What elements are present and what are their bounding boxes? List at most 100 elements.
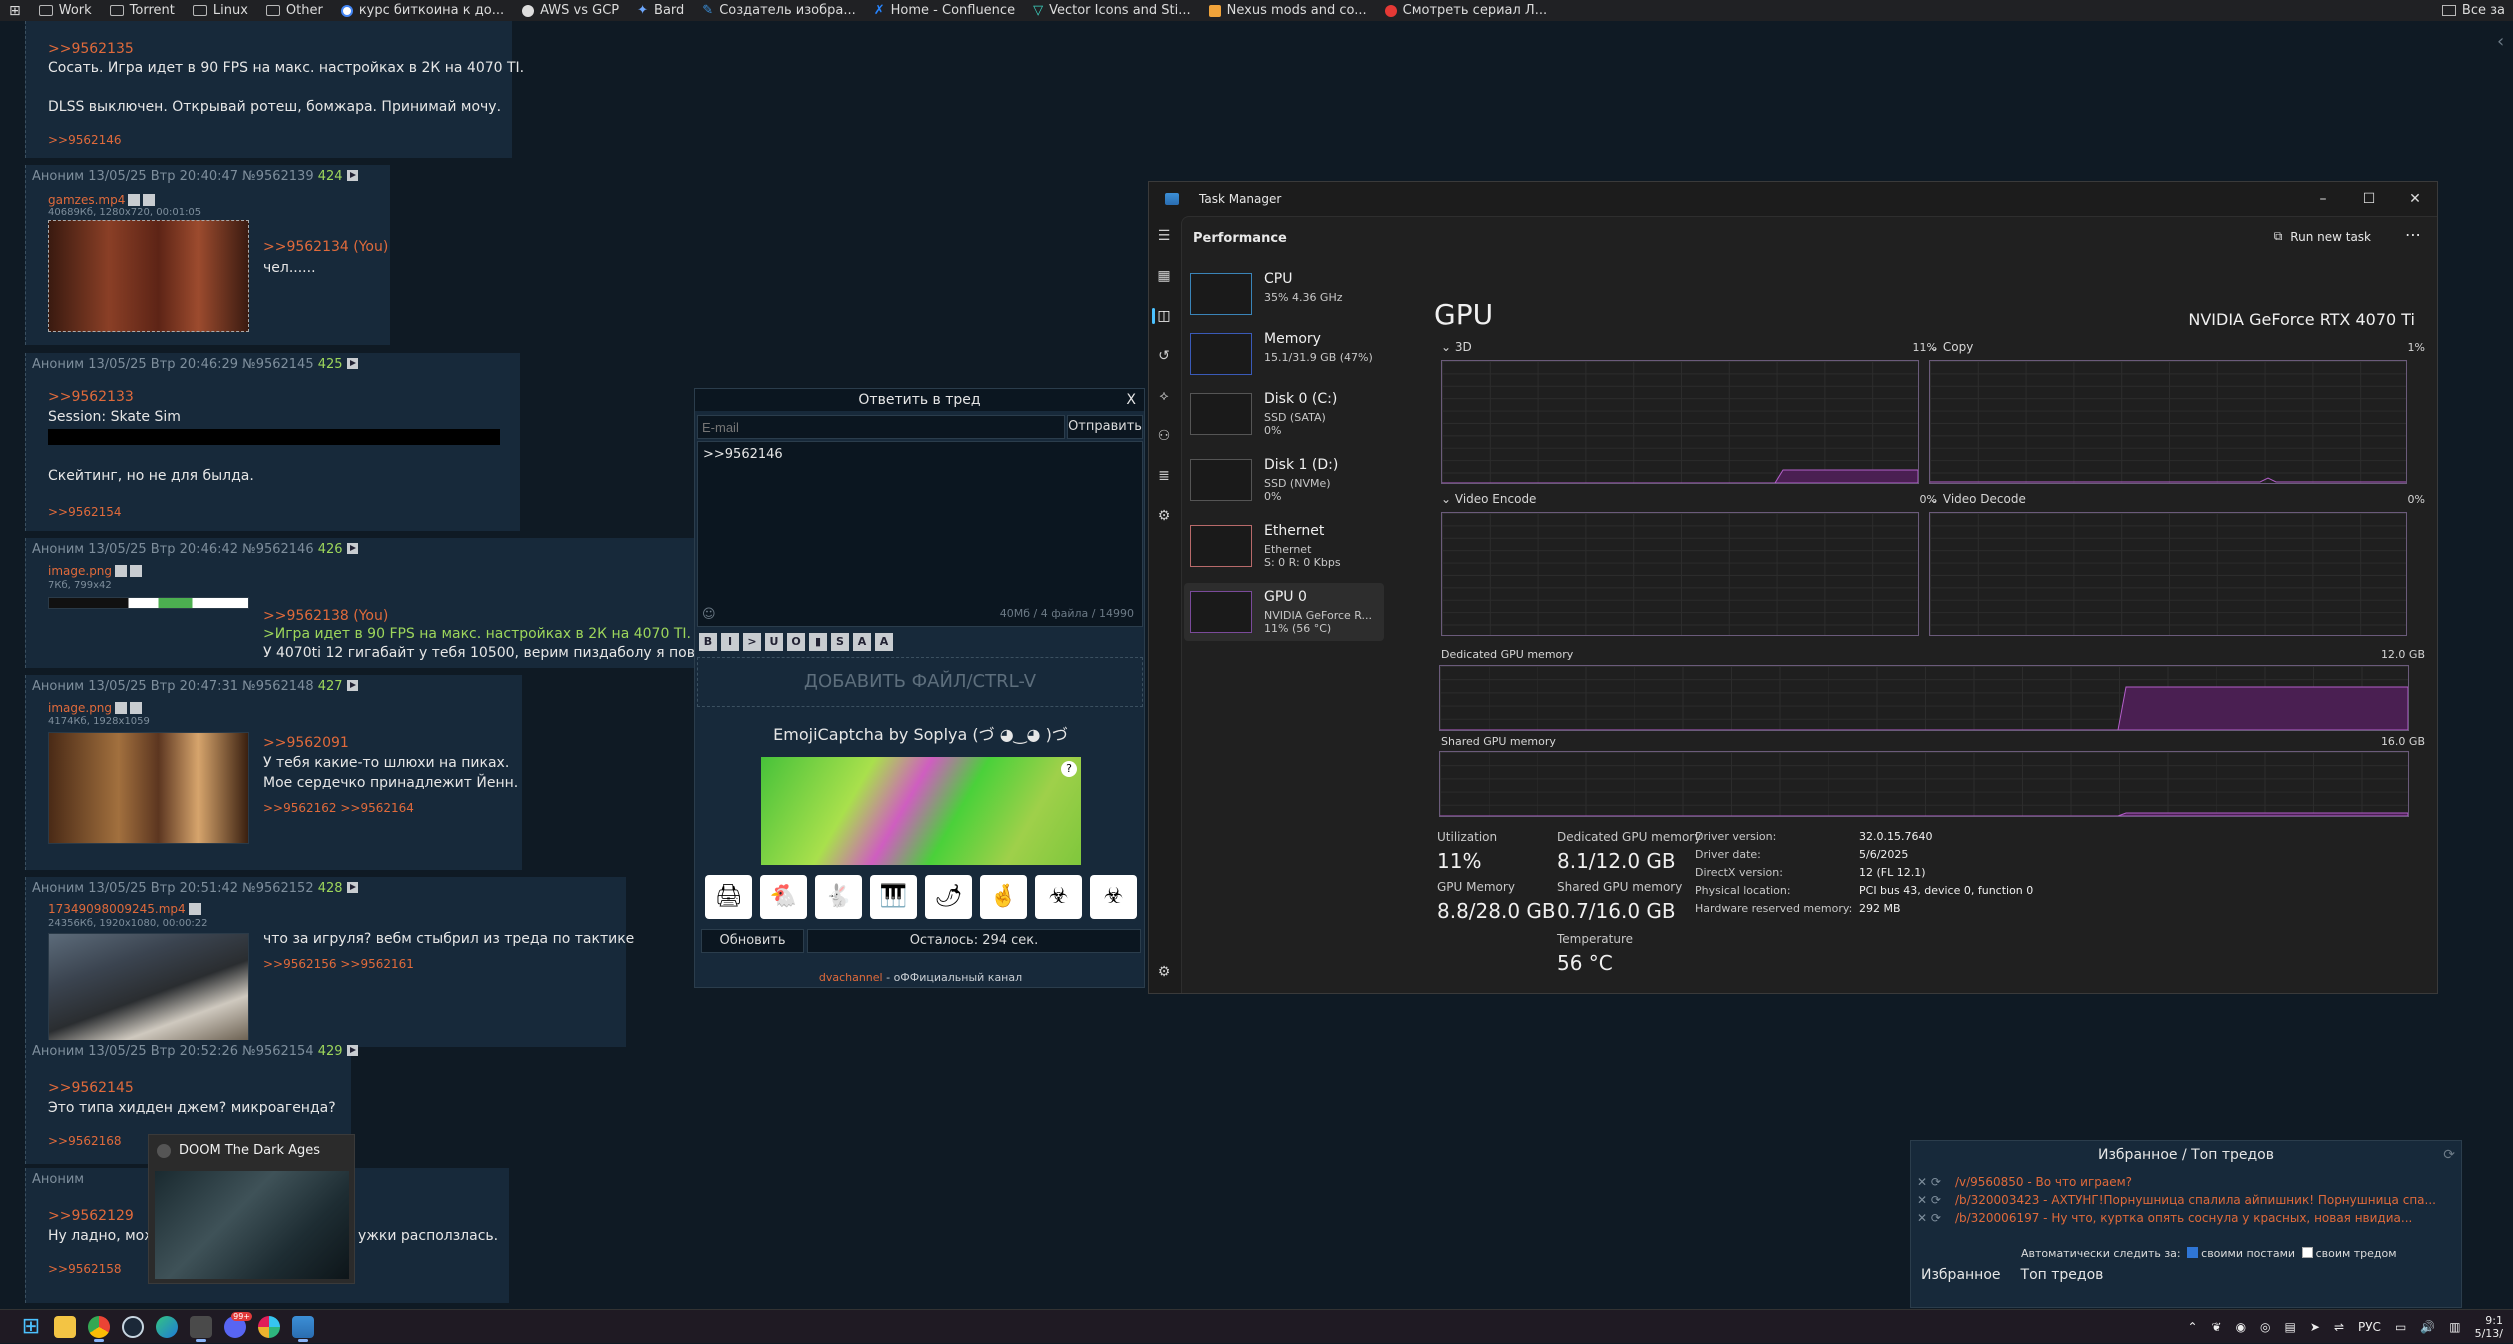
bookmark-other[interactable]: Other bbox=[257, 0, 332, 21]
graph-label[interactable]: ⌄ Video Encode bbox=[1441, 492, 1536, 506]
reply-link[interactable]: >>9562135 bbox=[48, 41, 134, 57]
emoji-printer-button[interactable]: 🖨 bbox=[705, 875, 752, 919]
title-bar[interactable]: Task Manager – ☐ ✕ bbox=[1149, 182, 2437, 216]
language-indicator[interactable]: РУС bbox=[2358, 1320, 2381, 1334]
bookmark-confluence[interactable]: ✗ Home - Confluence bbox=[865, 0, 1024, 21]
overline-button[interactable]: O bbox=[787, 633, 805, 651]
bookmark-linux[interactable]: Linux bbox=[184, 0, 257, 21]
emoji-biohazard-button[interactable]: ☣ bbox=[1035, 875, 1082, 919]
emoji-hand-button[interactable]: 🤞 bbox=[980, 875, 1027, 919]
favorite-row[interactable]: ✕ ⟳/b/320006197 - Ну что, куртка опять с… bbox=[1917, 1211, 2457, 1225]
reply-link[interactable]: >>9562145 bbox=[48, 1080, 134, 1096]
resource-gpu-0[interactable]: GPU 0 NVIDIA GeForce R... 11% (56 °C) bbox=[1184, 583, 1384, 641]
emoji-biohazard-alt-button[interactable]: ☣ bbox=[1090, 875, 1137, 919]
strike-button[interactable]: S bbox=[831, 633, 849, 651]
telegram-icon[interactable]: ➤ bbox=[2310, 1320, 2320, 1334]
file-name[interactable]: 17349098009245.mp4 bbox=[48, 902, 201, 916]
graph-label[interactable]: ⌄ Copy bbox=[1929, 340, 1973, 354]
favorite-row[interactable]: ✕ ⟳/v/9560850 - Во что играем? bbox=[1917, 1175, 2457, 1189]
network-tray-icon[interactable]: ▤ bbox=[2285, 1320, 2296, 1334]
emoji-rabbit-button[interactable]: 🐇 bbox=[815, 875, 862, 919]
processes-icon[interactable]: ▦ bbox=[1156, 268, 1172, 284]
reply-link[interactable]: >>9562091 bbox=[263, 735, 349, 751]
taskbar-discord[interactable]: 99+ bbox=[218, 1310, 252, 1344]
refresh-icon[interactable]: ⟳ bbox=[2443, 1147, 2455, 1163]
replies-link[interactable]: >>9562158 bbox=[48, 1262, 122, 1276]
channel-link[interactable]: dvachannel bbox=[819, 971, 883, 984]
startup-icon[interactable]: ⟡ bbox=[1156, 388, 1172, 404]
all-bookmarks[interactable]: Все за bbox=[2433, 0, 2513, 21]
own-thread-checkbox[interactable] bbox=[2301, 1247, 2313, 1258]
battery-icon[interactable]: ▥ bbox=[2449, 1320, 2460, 1334]
graph-label[interactable]: ⌄ Video Decode bbox=[1929, 492, 2026, 506]
bookmark-image-creator[interactable]: ✎ Создатель изобра... bbox=[693, 0, 864, 21]
file-name[interactable]: image.png bbox=[48, 564, 143, 578]
close-button[interactable]: X bbox=[1126, 389, 1136, 411]
file-name[interactable]: gamzes.mp4 bbox=[48, 193, 156, 207]
replies-link[interactable]: >>9562168 bbox=[48, 1134, 122, 1148]
refresh-captcha-button[interactable]: Обновить bbox=[701, 929, 804, 953]
bookmark-bitcoin[interactable]: курс биткоина к до... bbox=[332, 0, 513, 21]
resource-ethernet[interactable]: Ethernet Ethernet S: 0 R: 0 Kbps bbox=[1184, 517, 1384, 575]
resource-disk-0[interactable]: Disk 0 (C:) SSD (SATA) 0% bbox=[1184, 385, 1384, 443]
performance-icon[interactable]: ◫ bbox=[1156, 308, 1172, 324]
run-new-task-button[interactable]: ⧉ Run new task bbox=[2274, 229, 2371, 244]
quote-button[interactable]: > bbox=[743, 633, 761, 651]
history-icon[interactable]: ↺ bbox=[1156, 348, 1172, 364]
tab-top-threads[interactable]: Топ тредов bbox=[2021, 1267, 2104, 1283]
emoji-piano-button[interactable]: 🎹 bbox=[870, 875, 917, 919]
minimize-button[interactable]: – bbox=[2301, 182, 2345, 216]
spoiler[interactable] bbox=[48, 429, 500, 445]
superscript-button[interactable]: A bbox=[853, 633, 871, 651]
users-icon[interactable]: ⚇ bbox=[1156, 428, 1172, 444]
details-icon[interactable]: ≣ bbox=[1156, 468, 1172, 484]
chevron-up-icon[interactable]: ⌃ bbox=[2187, 1320, 2197, 1334]
emoji-icon[interactable]: ☺ bbox=[702, 607, 716, 622]
apps-button[interactable]: ⊞ bbox=[0, 0, 30, 21]
bookmark-series[interactable]: Смотреть сериал Л... bbox=[1376, 0, 1556, 21]
video-thumbnail[interactable] bbox=[48, 220, 249, 332]
replies-link[interactable]: >>9562162 >>9562164 bbox=[263, 801, 414, 815]
maximize-button[interactable]: ☐ bbox=[2347, 182, 2391, 216]
start-button[interactable]: ⊞ bbox=[14, 1310, 48, 1344]
replies-link[interactable]: >>9562146 bbox=[48, 133, 122, 147]
hamburger-icon[interactable]: ☰ bbox=[1156, 228, 1172, 244]
replies-link[interactable]: >>9562156 >>9562161 bbox=[263, 957, 414, 971]
usb-icon[interactable]: ⇌ bbox=[2334, 1320, 2344, 1334]
settings-icon[interactable]: ⚙ bbox=[1156, 964, 1172, 980]
taskbar-steam[interactable] bbox=[116, 1310, 150, 1344]
underline-button[interactable]: U bbox=[765, 633, 783, 651]
bookmark-aws-gcp[interactable]: AWS vs GCP bbox=[513, 0, 628, 21]
spoiler-button[interactable]: ▮ bbox=[809, 633, 827, 651]
emoji-pepper-button[interactable]: 🌶 bbox=[925, 875, 972, 919]
italic-button[interactable]: I bbox=[721, 633, 739, 651]
file-name[interactable]: image.png bbox=[48, 701, 143, 715]
steam-tray-icon[interactable]: ◎ bbox=[2260, 1320, 2270, 1334]
taskbar-edge[interactable] bbox=[150, 1310, 184, 1344]
close-button[interactable]: ✕ bbox=[2393, 182, 2437, 216]
help-icon[interactable]: ? bbox=[1061, 761, 1077, 777]
bookmark-torrent[interactable]: Torrent bbox=[101, 0, 184, 21]
taskbar-explorer[interactable] bbox=[48, 1310, 82, 1344]
message-field[interactable]: >>9562146 ☺ 40Мб / 4 файла / 14990 bbox=[697, 441, 1143, 627]
bookmark-bard[interactable]: ✦ Bard bbox=[628, 0, 693, 21]
bookmark-nexus[interactable]: Nexus mods and co... bbox=[1200, 0, 1376, 21]
bold-button[interactable]: B bbox=[699, 633, 717, 651]
tray-app-icon[interactable]: ❦ bbox=[2212, 1320, 2222, 1334]
reply-form-title[interactable]: Ответить в тред X bbox=[695, 389, 1144, 411]
send-button[interactable]: Отправить bbox=[1067, 415, 1143, 439]
favorite-row[interactable]: ✕ ⟳/b/320003423 - АХТУНГ!Порнушница спал… bbox=[1917, 1193, 2457, 1207]
taskbar-task-manager[interactable] bbox=[286, 1310, 320, 1344]
taskbar-preview[interactable]: DOOM The Dark Ages bbox=[148, 1134, 355, 1284]
taskbar-chrome[interactable] bbox=[82, 1310, 116, 1344]
resource-cpu[interactable]: CPU 35% 4.36 GHz bbox=[1184, 265, 1384, 323]
graph-label[interactable]: ⌄ 3D bbox=[1441, 340, 1472, 354]
taskbar-game[interactable] bbox=[184, 1310, 218, 1344]
clock[interactable]: 9:1 5/13/ bbox=[2475, 1314, 2503, 1340]
taskbar-slack[interactable] bbox=[252, 1310, 286, 1344]
preview-thumbnail[interactable] bbox=[155, 1171, 349, 1279]
file-drop-zone[interactable]: ДОБАВИТЬ ФАЙЛ/CTRL-V bbox=[697, 657, 1143, 707]
tab-favorites[interactable]: Избранное bbox=[1921, 1267, 2001, 1283]
reply-link[interactable]: >>9562133 bbox=[48, 389, 134, 405]
discord-tray-icon[interactable]: ◉ bbox=[2236, 1320, 2246, 1334]
